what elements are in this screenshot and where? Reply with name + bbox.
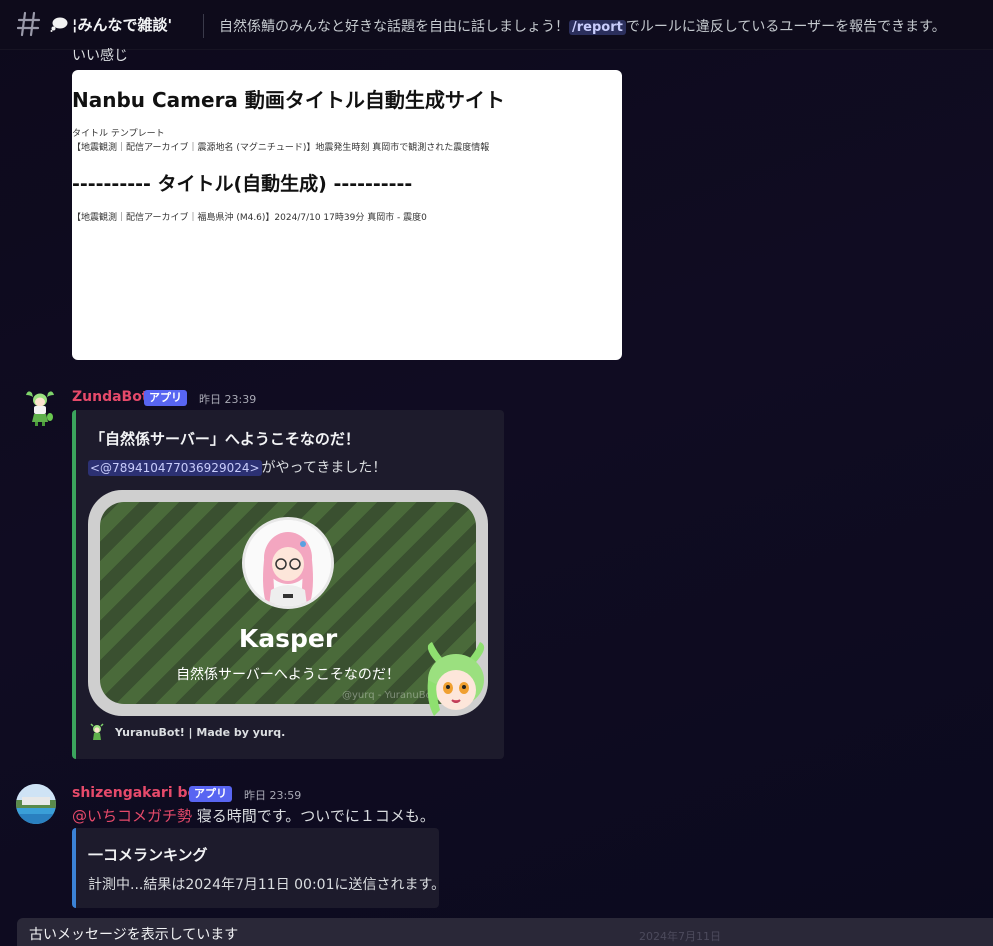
webpage-screenshot[interactable]: Nanbu Camera 動画タイトル自動生成サイト タイトル テンプレート 【… xyxy=(72,70,622,360)
welcome-embed: 「自然係サーバー」へようこそなのだ！ <@789410477036929024>… xyxy=(72,410,504,759)
role-mention[interactable]: @いちコメガチ勢 xyxy=(72,807,192,825)
webpage-result: 【地震観測｜配信アーカイブ｜福島県沖 (M4.6)】2024/7/10 17時3… xyxy=(72,213,427,223)
channel-name[interactable]: ¦みんなで雑談' xyxy=(72,14,172,35)
webpage-template-label: タイトル テンプレート xyxy=(72,129,165,139)
webpage-section-heading: ---------- タイトル(自動生成) ---------- xyxy=(72,173,413,195)
zundabot-timestamp[interactable]: 昨日 23:39 xyxy=(199,391,256,407)
date-divider: 2024年7月11日 xyxy=(639,930,721,943)
channel-topic[interactable]: 自然係鯖のみんなと好きな話題を自由に話しましょう！/report でルールに違反し… xyxy=(219,16,946,36)
message-body: 寝る時間です。ついでに１コメも。 xyxy=(192,807,435,825)
header-divider xyxy=(203,14,204,38)
shizengakari-timestamp[interactable]: 昨日 23:59 xyxy=(244,787,301,803)
topic-command[interactable]: /report xyxy=(569,20,626,35)
prior-message-text: いい感じ xyxy=(72,48,128,64)
welcome-card-image[interactable]: Kasper 自然係サーバーへようこそなのだ！ @yurq - YuranuBo… xyxy=(88,490,488,716)
embed-footer-icon xyxy=(90,723,104,740)
zundabot-username[interactable]: ZundaBot xyxy=(72,389,149,405)
embed-accent-bar xyxy=(72,828,76,908)
welcome-user-avatar xyxy=(242,517,334,609)
ranking-embed-title: 一コメランキング xyxy=(88,846,208,864)
shizengakari-avatar[interactable] xyxy=(16,784,56,824)
webpage-title: Nanbu Camera 動画タイトル自動生成サイト xyxy=(72,88,505,112)
welcome-embed-title: 「自然係サーバー」へようこそなのだ！ xyxy=(90,430,360,448)
ranking-embed: 一コメランキング 計測中...結果は2024年7月11日 00:01に送信されま… xyxy=(72,828,439,908)
user-avatar-icon xyxy=(245,520,331,606)
landscape-avatar-icon xyxy=(16,784,56,824)
channel-header: ¦みんなで雑談' 自然係鯖のみんなと好きな話題を自由に話しましょう！/repor… xyxy=(0,0,993,50)
welcome-embed-description: <@789410477036929024> がやってきました！ xyxy=(88,457,386,477)
webpage-template: 【地震観測｜配信アーカイブ｜震源地名 (マグニチュード)】地震発生時刻 真岡市で… xyxy=(72,143,490,153)
user-mention[interactable]: <@789410477036929024> xyxy=(88,460,262,476)
hash-icon xyxy=(17,11,41,37)
shizengakari-username[interactable]: shizengakari bot xyxy=(72,785,204,801)
shizengakari-message-text: @いちコメガチ勢 寝る時間です。ついでに１コメも。 xyxy=(72,805,435,826)
old-messages-text: 古いメッセージを表示しています xyxy=(29,927,239,943)
app-badge: アプリ xyxy=(189,786,232,802)
zunda-mascot-icon xyxy=(26,391,54,426)
embed-footer-text: YuranuBot! | Made by yurq. xyxy=(115,726,286,739)
ranking-embed-description: 計測中...結果は2024年7月11日 00:01に送信されます。 xyxy=(88,877,439,893)
zundabot-avatar[interactable] xyxy=(20,387,60,427)
topic-text-before: 自然係鯖のみんなと好きな話題を自由に話しましょう！ xyxy=(219,19,569,35)
thought-bubble-icon xyxy=(50,17,68,32)
topic-text-after: でルールに違反しているユーザーを報告できます。 xyxy=(625,19,946,35)
app-badge: アプリ xyxy=(144,390,187,406)
welcome-desc-text: がやってきました！ xyxy=(261,460,387,476)
zunda-mascot-image xyxy=(427,642,485,716)
old-messages-bar[interactable]: 古いメッセージを表示しています 2024年7月11日 xyxy=(17,918,993,946)
embed-accent-bar xyxy=(72,410,76,759)
